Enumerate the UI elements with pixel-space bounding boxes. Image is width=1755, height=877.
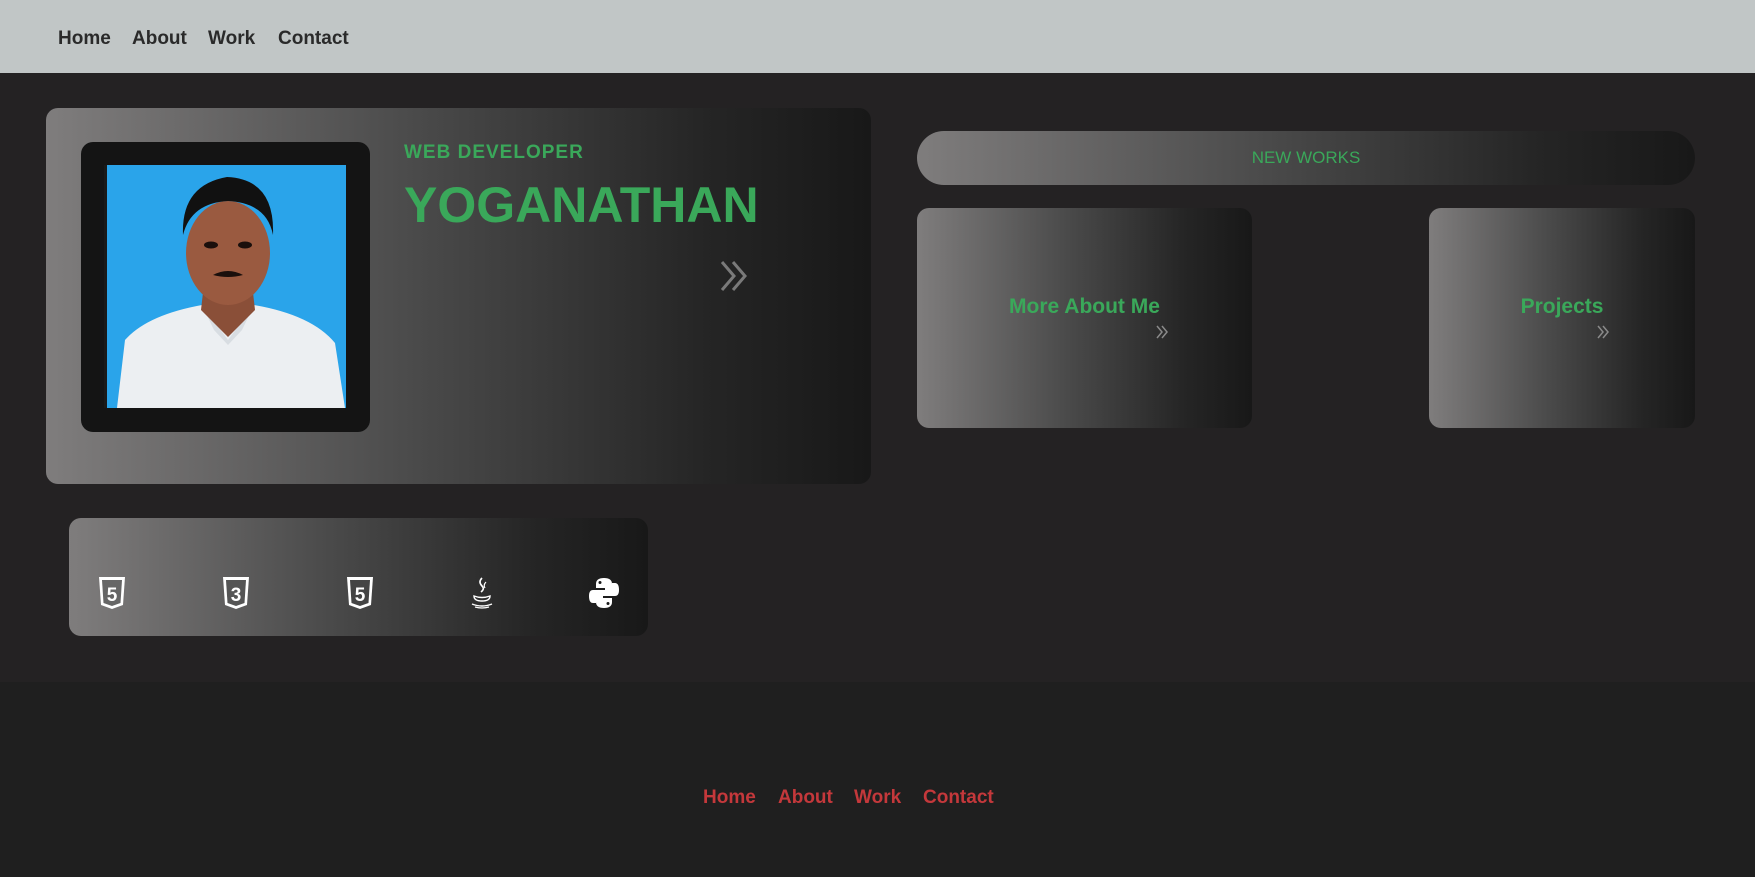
html5-icon: 5 (99, 577, 125, 609)
top-nav: Home About Work Contact (0, 0, 1755, 73)
double-chevron-right-icon[interactable] (718, 256, 752, 296)
nav-work-link[interactable]: Work (208, 28, 255, 50)
python-icon (589, 578, 619, 608)
hero-card: WEB DEVELOPER YOGANATHAN (46, 108, 871, 484)
css3-icon: 3 (223, 577, 249, 609)
double-chevron-right-icon (1597, 325, 1609, 339)
svg-text:5: 5 (107, 585, 118, 606)
footer: Home About Work Contact (0, 682, 1755, 877)
java-icon (471, 577, 493, 609)
nav-home-link[interactable]: Home (58, 28, 111, 50)
new-works-banner[interactable]: NEW WORKS (917, 131, 1695, 185)
html5-icon: 5 (347, 577, 373, 609)
new-works-label: NEW WORKS (1251, 148, 1361, 167)
footer-contact-link[interactable]: Contact (923, 787, 994, 809)
nav-about-link[interactable]: About (132, 28, 187, 50)
footer-work-link[interactable]: Work (854, 787, 901, 809)
svg-text:3: 3 (231, 585, 242, 606)
role-title: WEB DEVELOPER (404, 142, 584, 163)
svg-text:5: 5 (355, 585, 366, 606)
more-about-me-card[interactable]: More About Me (917, 208, 1252, 428)
more-about-me-label: More About Me (1009, 295, 1160, 318)
footer-about-link[interactable]: About (778, 787, 833, 809)
skills-strip: 5 3 5 (69, 518, 648, 636)
projects-label: Projects (1520, 295, 1604, 318)
footer-home-link[interactable]: Home (703, 787, 756, 809)
developer-name: YOGANATHAN (404, 177, 759, 233)
double-chevron-right-icon (1156, 325, 1168, 339)
profile-photo-frame (81, 142, 370, 432)
profile-photo (104, 165, 346, 408)
projects-card[interactable]: Projects (1429, 208, 1695, 428)
nav-contact-link[interactable]: Contact (278, 28, 349, 50)
